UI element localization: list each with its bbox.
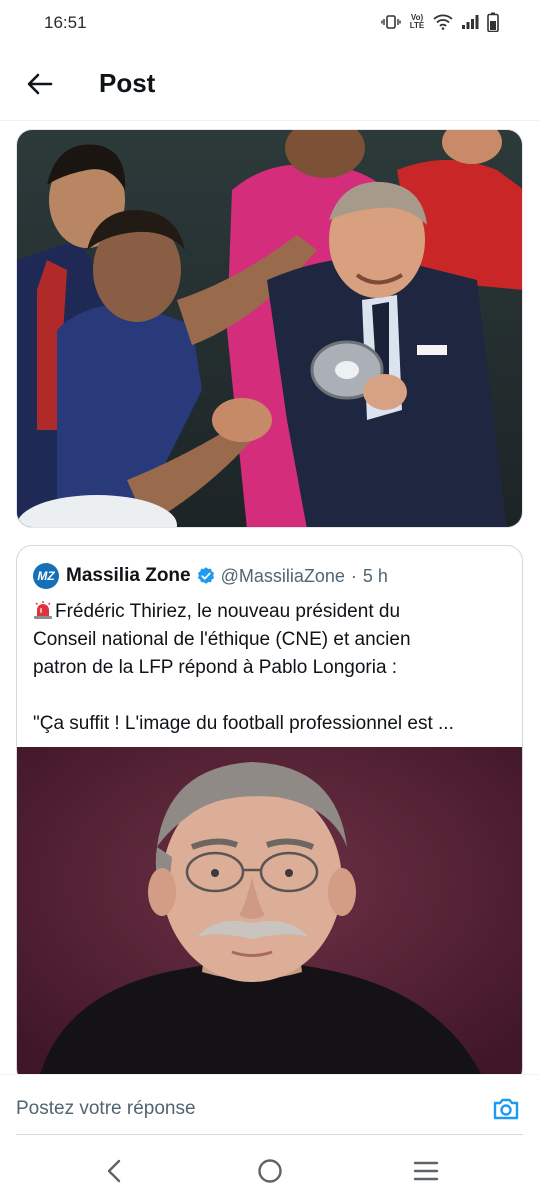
top-app-bar: Post bbox=[0, 56, 539, 116]
status-time: 16:51 bbox=[44, 13, 87, 32]
page-title: Post bbox=[99, 68, 156, 98]
siren-icon bbox=[33, 600, 53, 620]
arrow-left-icon bbox=[27, 73, 53, 95]
header-divider bbox=[0, 120, 539, 121]
avatar[interactable]: MZ bbox=[33, 563, 59, 589]
author-handle[interactable]: @MassiliaZone bbox=[221, 566, 345, 587]
back-nav-icon bbox=[107, 1159, 121, 1183]
quoted-post[interactable]: MZ Massilia Zone @MassiliaZone · 5 h Fré… bbox=[16, 545, 523, 1085]
post-photo-image bbox=[17, 130, 522, 527]
nav-back-button[interactable] bbox=[99, 1158, 129, 1184]
back-button[interactable] bbox=[20, 64, 60, 104]
text-line-2: Conseil national de l'éthique (CNE) et a… bbox=[33, 629, 411, 650]
recents-nav-icon bbox=[413, 1161, 439, 1181]
portrait-image bbox=[17, 747, 522, 1084]
quoted-post-header: MZ Massilia Zone @MassiliaZone · 5 h bbox=[33, 562, 388, 590]
verified-badge-icon bbox=[196, 566, 216, 586]
volte-icon: Vo) LTE bbox=[409, 13, 425, 30]
text-spacer bbox=[33, 682, 511, 710]
vibrate-icon bbox=[381, 15, 401, 29]
home-nav-icon bbox=[258, 1159, 282, 1183]
reply-input[interactable]: Postez votre réponse bbox=[16, 1098, 196, 1120]
post-age: 5 h bbox=[362, 565, 388, 586]
wifi-icon bbox=[433, 14, 453, 30]
separator-dot: · bbox=[350, 565, 357, 586]
system-nav-bar bbox=[0, 1140, 539, 1200]
text-line-4: "Ça suffit ! L'image du football profess… bbox=[33, 713, 454, 734]
reply-bar: Postez votre réponse bbox=[0, 1074, 539, 1136]
status-bar: 16:51 Vo) LTE bbox=[0, 0, 539, 46]
text-line-1: Frédéric Thiriez, le nouveau président d… bbox=[55, 601, 401, 622]
camera-button[interactable] bbox=[491, 1094, 521, 1124]
nav-home-button[interactable] bbox=[255, 1158, 285, 1184]
post-photo[interactable] bbox=[16, 129, 523, 528]
battery-icon bbox=[487, 12, 499, 32]
signal-icon bbox=[461, 14, 479, 30]
status-icons: Vo) LTE bbox=[381, 12, 499, 32]
author-name[interactable]: Massilia Zone bbox=[66, 565, 191, 587]
quoted-post-photo[interactable] bbox=[17, 747, 522, 1084]
quoted-post-text: Frédéric Thiriez, le nouveau président d… bbox=[33, 598, 511, 738]
camera-icon bbox=[493, 1098, 519, 1120]
reply-underline bbox=[16, 1134, 523, 1135]
nav-recents-button[interactable] bbox=[411, 1158, 441, 1184]
text-line-3: patron de la LFP répond à Pablo Longoria… bbox=[33, 657, 398, 678]
